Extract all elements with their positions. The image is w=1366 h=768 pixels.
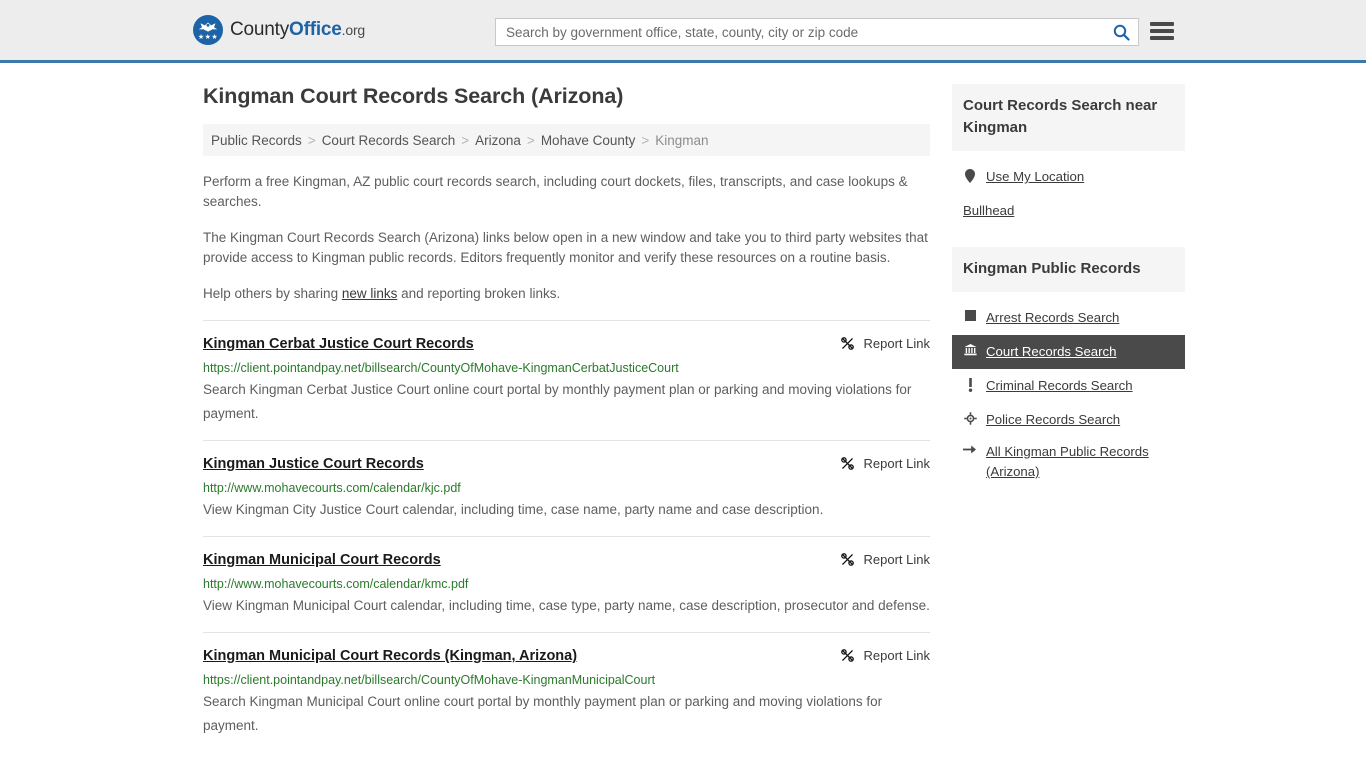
- search-button[interactable]: [1104, 19, 1138, 45]
- result-url[interactable]: https://client.pointandpay.net/billsearc…: [203, 361, 930, 376]
- report-link-label: Report Link: [863, 648, 930, 663]
- report-link-button[interactable]: Report Link: [840, 336, 930, 351]
- result-url[interactable]: http://www.mohavecourts.com/calendar/kjc…: [203, 481, 930, 496]
- result-item: Kingman Justice Court Records Report Lin…: [203, 440, 930, 522]
- exclamation-icon: [963, 378, 977, 392]
- logo-text-county: County: [230, 19, 290, 40]
- breadcrumb-separator-3: >: [641, 132, 650, 148]
- sidebar-item-criminal-records-search[interactable]: Criminal Records Search: [952, 369, 1185, 403]
- courthouse-icon: [963, 344, 977, 356]
- sidebar-link-all-kingman-public-records[interactable]: All Kingman Public Records (Arizona): [986, 442, 1174, 482]
- broken-link-icon: [840, 553, 854, 566]
- sidebar-item-bullhead[interactable]: Bullhead: [952, 194, 1185, 228]
- report-link-label: Report Link: [863, 552, 930, 567]
- sidebar-item-court-records-search[interactable]: Court Records Search: [952, 335, 1185, 369]
- intro-p3-after: and reporting broken links.: [397, 286, 561, 301]
- sidebar-item-all-kingman-public-records[interactable]: All Kingman Public Records (Arizona): [952, 437, 1185, 489]
- result-description: Search Kingman Cerbat Justice Court onli…: [203, 382, 912, 421]
- result-url[interactable]: http://www.mohavecourts.com/calendar/kmc…: [203, 577, 930, 592]
- map-pin-icon: [963, 169, 977, 183]
- logo-wordmark: CountyOffice.org: [230, 19, 365, 41]
- result-header: Kingman Municipal Court Records (Kingman…: [203, 647, 930, 665]
- breadcrumb: Public Records > Court Records Search > …: [203, 124, 930, 156]
- search-icon: [1113, 24, 1130, 41]
- result-title-link[interactable]: Kingman Cerbat Justice Court Records: [203, 335, 474, 353]
- broken-link-icon: [840, 457, 854, 470]
- hamburger-bar-1: [1150, 22, 1174, 26]
- result-url[interactable]: https://client.pointandpay.net/billsearc…: [203, 673, 930, 688]
- intro-p3-before: Help others by sharing: [203, 286, 342, 301]
- result-title-link[interactable]: Kingman Justice Court Records: [203, 455, 424, 473]
- sidebar-records-list: Arrest Records Search Court Records Sear…: [952, 292, 1185, 489]
- search-bar[interactable]: [495, 18, 1139, 46]
- intro-paragraph-3: Help others by sharing new links and rep…: [203, 284, 930, 304]
- arrow-right-icon: [963, 444, 977, 455]
- intro-paragraph-1: Perform a free Kingman, AZ public court …: [203, 174, 908, 209]
- sidebar-link-court-records-search[interactable]: Court Records Search: [986, 342, 1116, 362]
- breadcrumb-item-4: Kingman: [655, 132, 709, 148]
- sidebar-records-heading: Kingman Public Records: [952, 247, 1185, 292]
- logo-stars-icon: ★★★: [197, 34, 219, 41]
- sidebar-near-list: Use My Location Bullhead: [952, 151, 1185, 228]
- site-logo[interactable]: ★★★ CountyOffice.org: [193, 15, 365, 45]
- result-title-link[interactable]: Kingman Municipal Court Records (Kingman…: [203, 647, 577, 665]
- hamburger-bar-3: [1150, 36, 1174, 40]
- result-header: Kingman Municipal Court Records Report L…: [203, 551, 930, 569]
- sidebar-link-use-my-location[interactable]: Use My Location: [986, 167, 1084, 187]
- page-body: Kingman Court Records Search (Arizona) P…: [0, 63, 1366, 752]
- sidebar-near-heading: Court Records Search near Kingman: [952, 84, 1185, 151]
- result-title-link[interactable]: Kingman Municipal Court Records: [203, 551, 441, 569]
- sidebar: Court Records Search near Kingman Use My…: [952, 84, 1185, 752]
- result-header: Kingman Justice Court Records Report Lin…: [203, 455, 930, 473]
- breadcrumb-item-0[interactable]: Public Records: [211, 133, 302, 148]
- page-title: Kingman Court Records Search (Arizona): [203, 84, 624, 108]
- report-link-button[interactable]: Report Link: [840, 456, 930, 471]
- result-description: Search Kingman Municipal Court online co…: [203, 694, 883, 733]
- sidebar-near-box: Court Records Search near Kingman Use My…: [952, 84, 1185, 228]
- county-office-logo-icon: ★★★: [193, 15, 223, 45]
- sidebar-item-use-my-location[interactable]: Use My Location: [952, 160, 1185, 194]
- result-description: View Kingman Municipal Court calendar, i…: [203, 598, 930, 613]
- sidebar-link-bullhead[interactable]: Bullhead: [963, 201, 1014, 221]
- square-icon: [963, 310, 977, 321]
- result-description: View Kingman City Justice Court calendar…: [203, 502, 824, 517]
- hamburger-menu-icon[interactable]: [1150, 20, 1174, 42]
- search-input[interactable]: [496, 19, 1104, 45]
- breadcrumb-separator-0: >: [307, 132, 316, 148]
- sidebar-item-arrest-records-search[interactable]: Arrest Records Search: [952, 301, 1185, 335]
- result-item: Kingman Municipal Court Records Report L…: [203, 536, 930, 618]
- result-item: Kingman Cerbat Justice Court Records Rep…: [203, 320, 930, 426]
- sidebar-link-arrest-records-search[interactable]: Arrest Records Search: [986, 308, 1119, 328]
- sidebar-item-police-records-search[interactable]: Police Records Search: [952, 403, 1185, 437]
- logo-text-office: Office: [289, 19, 342, 40]
- sidebar-link-criminal-records-search[interactable]: Criminal Records Search: [986, 376, 1133, 396]
- site-header: ★★★ CountyOffice.org: [0, 0, 1366, 63]
- breadcrumb-item-3[interactable]: Mohave County: [541, 133, 636, 148]
- broken-link-icon: [840, 649, 854, 662]
- result-header: Kingman Cerbat Justice Court Records Rep…: [203, 335, 930, 353]
- report-link-button[interactable]: Report Link: [840, 648, 930, 663]
- result-item: Kingman Municipal Court Records (Kingman…: [203, 632, 930, 738]
- breadcrumb-separator-1: >: [461, 132, 470, 148]
- sidebar-link-police-records-search[interactable]: Police Records Search: [986, 410, 1120, 430]
- eagle-icon: [198, 22, 218, 32]
- breadcrumb-item-1[interactable]: Court Records Search: [322, 133, 456, 148]
- intro-paragraph-2: The Kingman Court Records Search (Arizon…: [203, 230, 928, 265]
- report-link-button[interactable]: Report Link: [840, 552, 930, 567]
- breadcrumb-separator-2: >: [526, 132, 535, 148]
- sidebar-records-box: Kingman Public Records Arrest Records Se…: [952, 247, 1185, 489]
- broken-link-icon: [840, 337, 854, 350]
- breadcrumb-item-2[interactable]: Arizona: [475, 133, 521, 148]
- logo-text-tld: .org: [341, 22, 366, 38]
- new-links-link[interactable]: new links: [342, 286, 398, 301]
- police-badge-icon: [963, 412, 977, 425]
- hamburger-bar-2: [1150, 29, 1174, 33]
- intro-text: Perform a free Kingman, AZ public court …: [203, 156, 930, 304]
- report-link-label: Report Link: [863, 336, 930, 351]
- main-content: Kingman Court Records Search (Arizona) P…: [203, 84, 930, 752]
- report-link-label: Report Link: [863, 456, 930, 471]
